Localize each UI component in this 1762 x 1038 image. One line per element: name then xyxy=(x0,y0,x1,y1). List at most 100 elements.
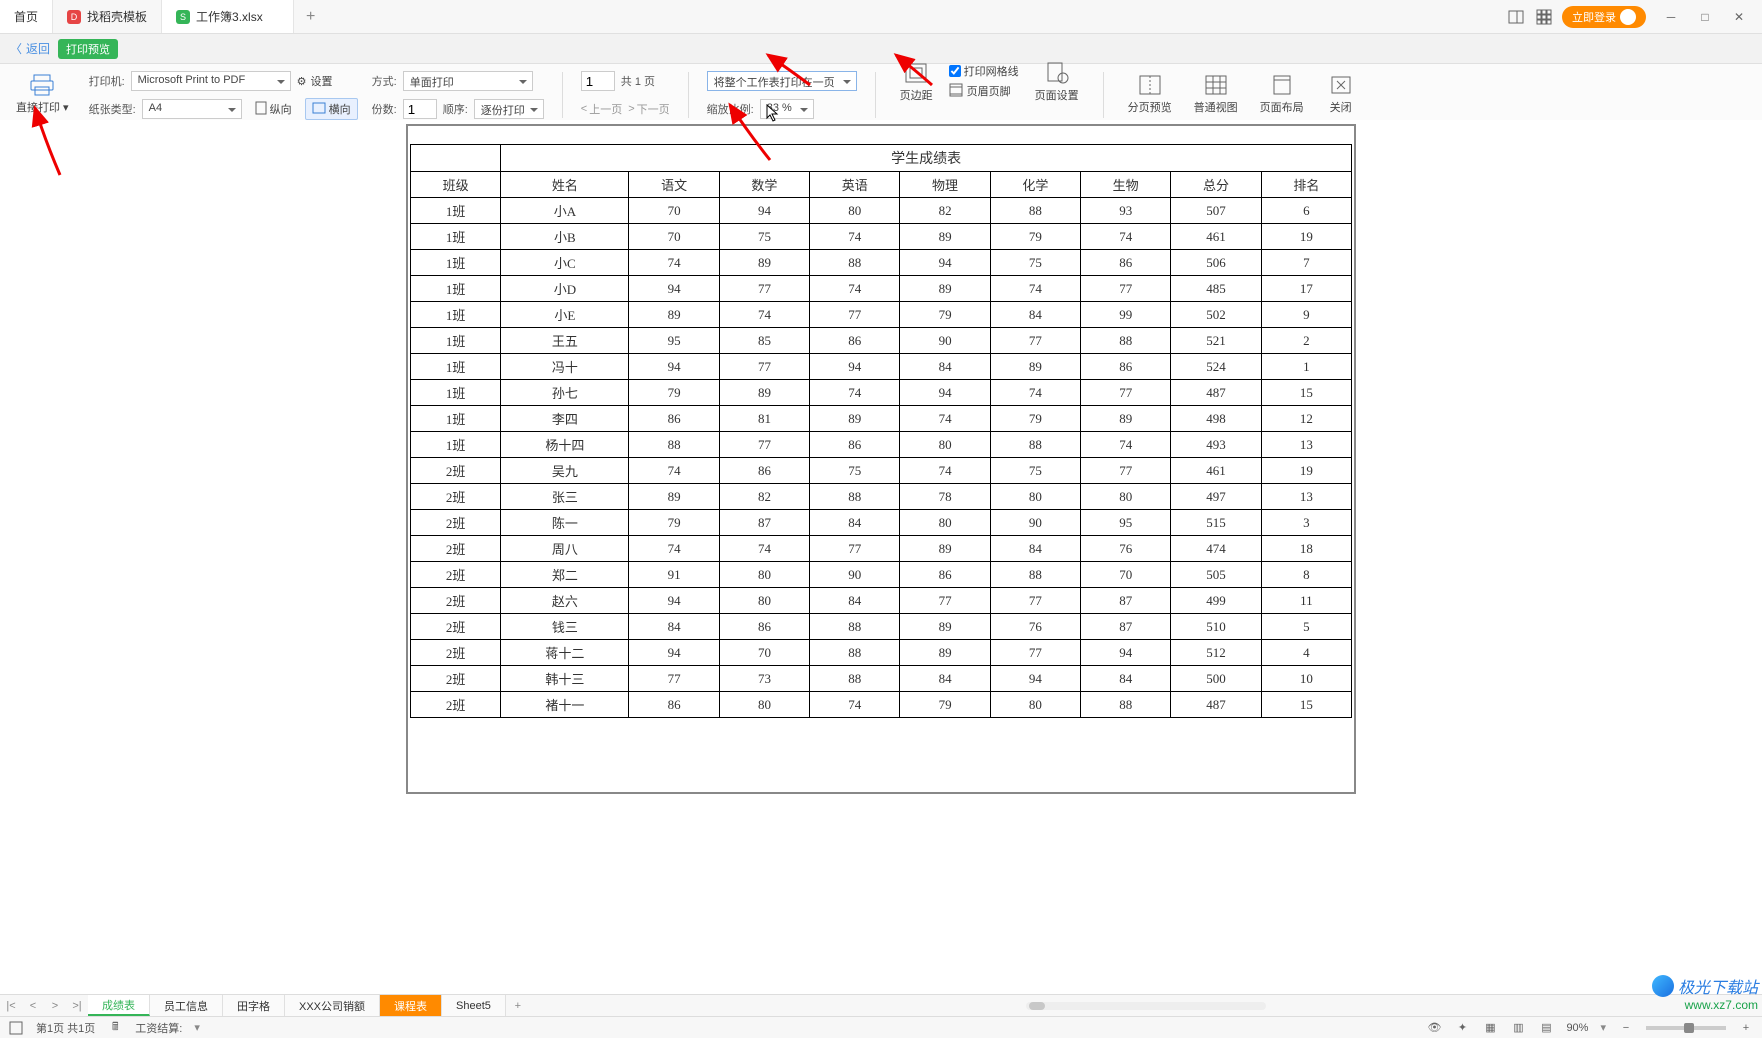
settings-button[interactable]: ⚙ 设置 xyxy=(297,73,333,89)
zoom-out-button[interactable]: − xyxy=(1618,1020,1634,1036)
table-cell: 79 xyxy=(900,302,990,328)
page-break-preview-button[interactable]: 分页预览 xyxy=(1122,70,1178,117)
panel-icon[interactable] xyxy=(1506,7,1526,27)
chevron-left-icon: 〈 xyxy=(10,40,22,57)
table-col-header: 总分 xyxy=(1171,172,1261,198)
minimize-button[interactable]: ─ xyxy=(1654,0,1688,34)
table-cell: 94 xyxy=(990,666,1080,692)
login-button[interactable]: 立即登录 xyxy=(1562,6,1646,28)
tab-document[interactable]: S 工作簿3.xlsx xyxy=(162,0,294,33)
next-page-button[interactable]: > 下一页 xyxy=(628,101,669,117)
table-cell: 497 xyxy=(1171,484,1261,510)
printer-select[interactable]: Microsoft Print to PDF xyxy=(131,71,291,91)
table-cell: 1班 xyxy=(411,250,501,276)
close-window-button[interactable]: ✕ xyxy=(1722,0,1756,34)
table-cell: 13 xyxy=(1261,484,1351,510)
daoke-icon: D xyxy=(67,10,81,24)
login-label: 立即登录 xyxy=(1572,9,1616,25)
status-ai-icon[interactable]: ✦ xyxy=(1454,1020,1470,1036)
table-cell: 77 xyxy=(1081,380,1171,406)
status-view-break-icon[interactable]: ▤ xyxy=(1538,1020,1554,1036)
print-gridlines-checkbox[interactable]: 打印网格线 xyxy=(949,63,1019,79)
close-preview-button[interactable]: 关闭 xyxy=(1320,70,1362,117)
sheet-first-button[interactable]: |< xyxy=(0,995,22,1016)
page-total: 共 1 页 xyxy=(621,73,655,89)
back-button[interactable]: 〈 返回 xyxy=(10,40,50,57)
status-bar: 第1页 共1页 🖩 工资结算: ▾ 👁 ✦ ▦ ▥ ▤ 90% ▾ − + xyxy=(0,1016,1762,1038)
portrait-button[interactable]: 纵向 xyxy=(248,98,299,121)
direct-print-button[interactable]: 直接打印 ▾ xyxy=(10,70,75,117)
sheet-tab-4[interactable]: 课程表 xyxy=(380,995,442,1016)
status-zoom-value[interactable]: 90% xyxy=(1566,1022,1588,1034)
status-calc-icon[interactable]: 🖩 xyxy=(107,1020,123,1036)
table-cell: 77 xyxy=(629,666,719,692)
status-view-normal-icon[interactable]: ▦ xyxy=(1482,1020,1498,1036)
table-row: 1班冯十9477948489865241 xyxy=(411,354,1352,380)
paper-select[interactable]: A4 xyxy=(142,99,242,119)
zoom-slider[interactable] xyxy=(1646,1026,1726,1030)
page-input[interactable] xyxy=(581,71,615,91)
hscroll[interactable] xyxy=(530,995,1762,1016)
page-layout-button[interactable]: 页面布局 xyxy=(1254,70,1310,117)
table-cell: 王五 xyxy=(501,328,629,354)
table-cell: 8 xyxy=(1261,562,1351,588)
table-col-header: 排名 xyxy=(1261,172,1351,198)
hscroll-thumb[interactable] xyxy=(1029,1002,1045,1010)
table-cell: 485 xyxy=(1171,276,1261,302)
sheet-tab-3[interactable]: XXX公司销额 xyxy=(285,995,380,1016)
gridlines-check-input[interactable] xyxy=(949,65,961,77)
tab-template[interactable]: D 找稻壳模板 xyxy=(53,0,162,33)
sheet-next-button[interactable]: > xyxy=(44,995,66,1016)
mode-select[interactable]: 单面打印 xyxy=(403,71,533,91)
fit-select[interactable]: 将整个工作表打印在一页 xyxy=(707,71,857,91)
table-cell: 82 xyxy=(719,484,809,510)
tab-add-button[interactable]: + xyxy=(294,0,328,33)
table-cell: 1班 xyxy=(411,328,501,354)
apps-icon[interactable] xyxy=(1534,7,1554,27)
table-cell: 79 xyxy=(629,380,719,406)
status-view-layout-icon[interactable]: ▥ xyxy=(1510,1020,1526,1036)
sheet-add-button[interactable]: + xyxy=(506,995,530,1016)
table-cell: 80 xyxy=(719,588,809,614)
maximize-button[interactable]: □ xyxy=(1688,0,1722,34)
table-cell: 18 xyxy=(1261,536,1351,562)
sheet-tab-2[interactable]: 田字格 xyxy=(223,995,285,1016)
sheet-tab-1[interactable]: 员工信息 xyxy=(150,995,223,1016)
sheet-tab-5[interactable]: Sheet5 xyxy=(442,995,506,1016)
zoom-select[interactable]: 83 % xyxy=(760,99,814,119)
gear-icon: ⚙ xyxy=(297,75,307,88)
table-cell: 89 xyxy=(900,640,990,666)
header-footer-button[interactable]: 页眉页脚 xyxy=(949,83,1019,100)
table-row: 1班孙七79897494747748715 xyxy=(411,380,1352,406)
divider xyxy=(875,72,876,118)
table-cell: 74 xyxy=(810,692,900,718)
margins-button[interactable]: 页边距 xyxy=(894,58,939,105)
table-cell: 94 xyxy=(1081,640,1171,666)
table-cell: 94 xyxy=(629,354,719,380)
table-cell: 79 xyxy=(629,510,719,536)
table-cell: 86 xyxy=(1081,354,1171,380)
copies-input[interactable] xyxy=(403,99,437,119)
normal-view-button[interactable]: 普通视图 xyxy=(1188,70,1244,117)
order-select[interactable]: 逐份打印 xyxy=(474,99,544,119)
gridlines-label: 打印网格线 xyxy=(964,63,1019,79)
landscape-button[interactable]: 横向 xyxy=(305,98,358,120)
status-eye-icon[interactable]: 👁 xyxy=(1426,1020,1442,1036)
tab-home[interactable]: 首页 xyxy=(0,0,53,33)
sheet-prev-button[interactable]: < xyxy=(22,995,44,1016)
table-cell: 74 xyxy=(810,224,900,250)
sheet-tab-0[interactable]: 成绩表 xyxy=(88,995,150,1016)
page-setup-button[interactable]: 页面设置 xyxy=(1029,58,1085,105)
table-cell: 515 xyxy=(1171,510,1261,536)
table-cell: 杨十四 xyxy=(501,432,629,458)
status-sheet-icon[interactable] xyxy=(8,1020,24,1036)
app-tabs: 首页 D 找稻壳模板 S 工作簿3.xlsx + xyxy=(0,0,1500,33)
normal-view-label: 普通视图 xyxy=(1194,99,1238,115)
page-setup-label: 页面设置 xyxy=(1035,87,1079,103)
table-cell: 88 xyxy=(1081,692,1171,718)
prev-page-button[interactable]: < 上一页 xyxy=(581,101,622,117)
table-cell: 487 xyxy=(1171,380,1261,406)
table-cell: 498 xyxy=(1171,406,1261,432)
zoom-in-button[interactable]: + xyxy=(1738,1020,1754,1036)
sheet-last-button[interactable]: >| xyxy=(66,995,88,1016)
